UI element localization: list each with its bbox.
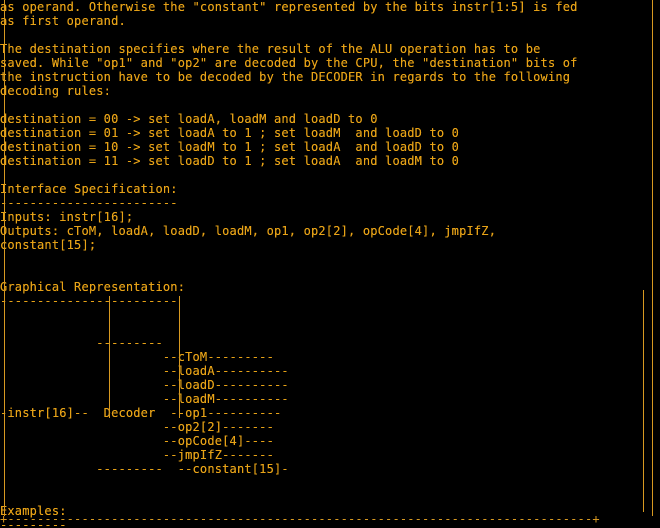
window-border-bottom: +---------------------------------------… [0, 512, 600, 526]
decoder-box-left-rule [109, 296, 110, 418]
examples-table-left-rule [4, 440, 5, 512]
ascii-table-right-rule [643, 290, 644, 512]
window-border-left [4, 0, 5, 516]
window-border-right [652, 0, 653, 516]
terminal-text-content: as operand. Otherwise the "constant" rep… [0, 0, 578, 528]
decoder-box-right-rule [179, 296, 180, 418]
terminal-window: as operand. Otherwise the "constant" rep… [0, 0, 660, 528]
